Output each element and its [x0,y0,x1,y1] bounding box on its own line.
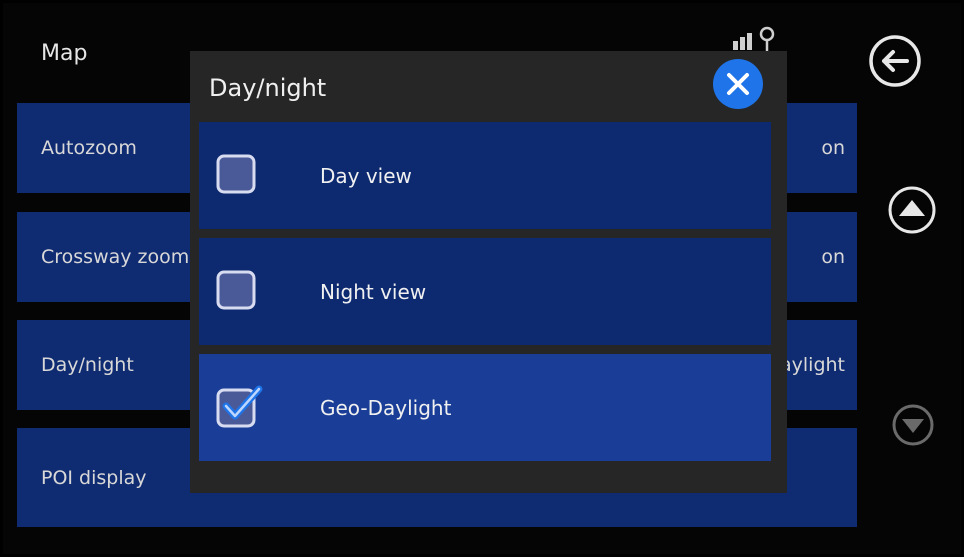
checkbox-unchecked-icon[interactable] [216,154,256,194]
scroll-up-button[interactable] [887,185,937,235]
setting-value: on [821,246,845,268]
map-settings-screen: Map Autozoom on Crossway zoom on Day/nig… [3,3,961,554]
option-label: Day view [320,163,412,188]
option-label: Geo-Daylight [320,395,452,420]
setting-label: Day/night [41,354,134,376]
setting-label: POI display [41,466,147,489]
option-day-view[interactable]: Day view [199,122,771,229]
setting-label: Autozoom [41,137,137,159]
option-night-view[interactable]: Night view [199,238,771,345]
checkbox-checked-icon[interactable] [216,384,264,428]
scroll-down-button[interactable] [891,403,935,447]
setting-label: Crossway zoom [41,246,190,268]
checkbox-unchecked-icon[interactable] [216,270,256,310]
close-button[interactable] [711,57,765,111]
setting-value: on [821,137,845,159]
option-label: Night view [320,279,427,304]
option-geo-daylight[interactable]: Geo-Daylight [199,354,771,461]
page-title: Map [41,41,88,66]
dialog-title: Day/night [209,74,327,102]
day-night-dialog: Day/night Day view Night view Geo-Daylig… [190,51,787,493]
back-button[interactable] [867,33,923,89]
